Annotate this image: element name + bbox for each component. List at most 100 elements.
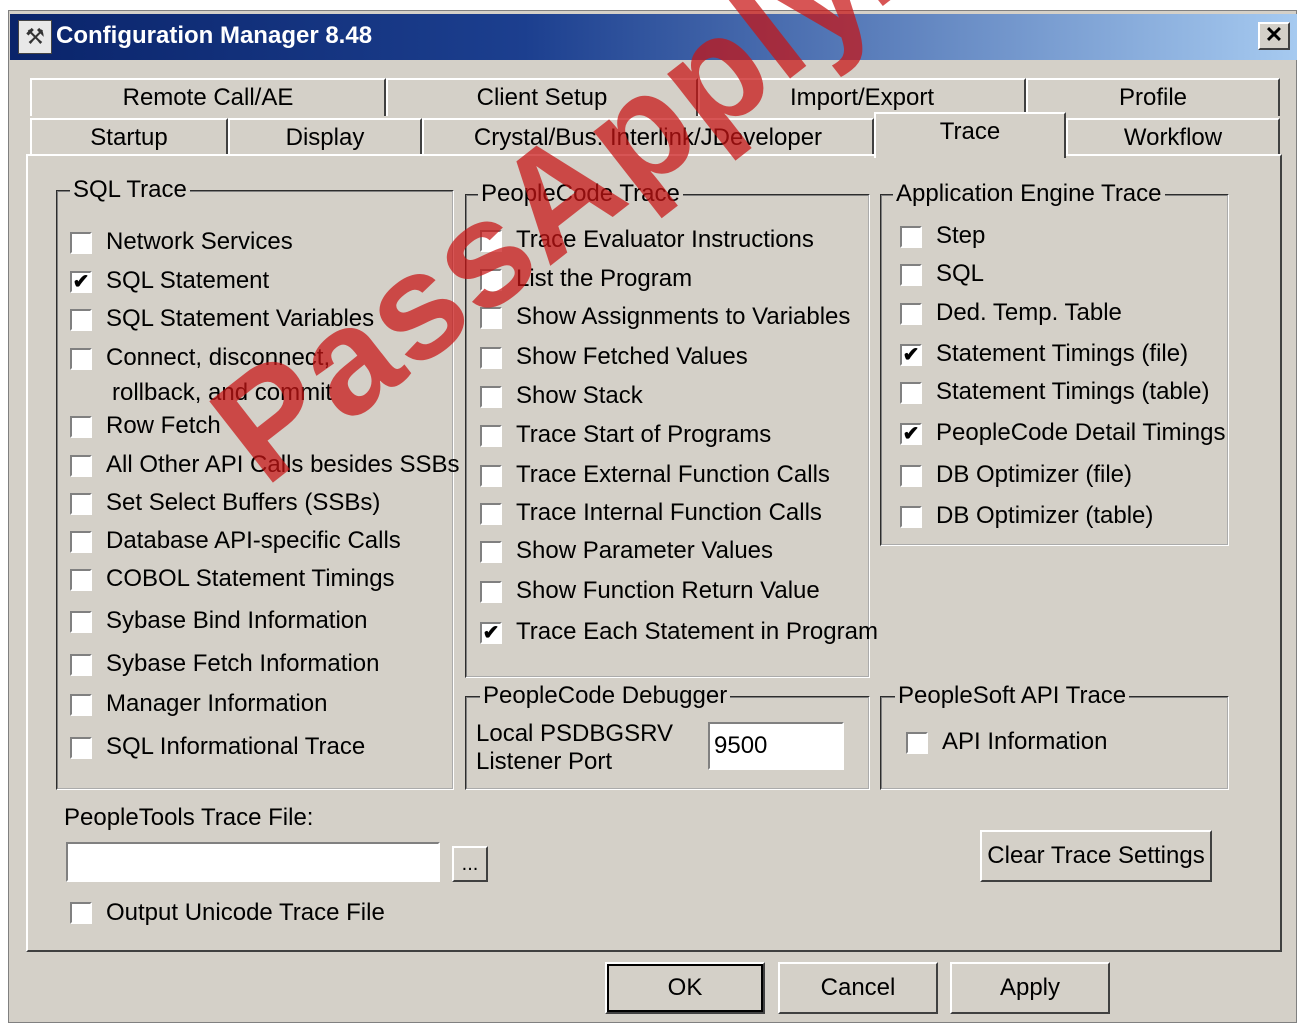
sql-trace-item-label: Connect, disconnect, [106,344,331,371]
tab-label: Client Setup [476,84,608,111]
port-label-line1: Local PSDBGSRV [476,720,673,747]
ae-trace-checkbox[interactable] [900,226,922,248]
tab-label: Trace [939,118,1001,145]
sql-trace-checkbox[interactable] [70,569,92,591]
sql-trace-checkbox[interactable] [70,455,92,477]
sql-trace-checkbox[interactable] [70,531,92,553]
sql-trace-item-label: Sybase Bind Information [106,607,368,634]
tab-workflow[interactable]: Workflow [1066,118,1280,156]
listener-port-field[interactable] [708,722,844,770]
tab-display[interactable]: Display [228,118,422,156]
sql-trace-checkbox[interactable]: ✔ [70,271,92,293]
api-information-checkbox[interactable] [906,732,928,754]
sql-trace-item-label: Network Services [106,228,293,255]
sql-trace-checkbox[interactable] [70,348,92,370]
peoplecode-trace-checkbox[interactable] [480,581,502,603]
ae-trace-checkbox[interactable] [900,264,922,286]
ae-trace-checkbox[interactable]: ✔ [900,344,922,366]
tab-startup[interactable]: Startup [30,118,228,156]
api-trace-title: PeopleSoft API Trace [895,682,1130,710]
ae-trace-title: Application Engine Trace [893,180,1165,208]
peoplecode-trace-item-label: Trace Evaluator Instructions [516,226,814,253]
peoplecode-trace-item-label: Trace Internal Function Calls [516,499,822,526]
peoplecode-trace-item-label: Show Stack [516,382,643,409]
sql-trace-checkbox[interactable] [70,737,92,759]
ae-trace-checkbox[interactable] [900,382,922,404]
trace-file-label: PeopleTools Trace File: [64,804,314,831]
sql-trace-item-label: SQL Informational Trace [106,733,366,760]
tab-label: Remote Call/AE [122,84,294,111]
sql-trace-item-label: Sybase Fetch Information [106,650,380,677]
tab-label: Crystal/Bus. Interlink/JDeveloper [473,124,823,151]
clear-trace-settings-button[interactable]: Clear Trace Settings [980,830,1212,882]
peoplecode-trace-checkbox[interactable] [480,307,502,329]
ae-trace-item-label: Statement Timings (table) [936,378,1210,405]
tab-remote-call[interactable]: Remote Call/AE [30,78,386,116]
tab-trace[interactable]: Trace [874,112,1066,158]
browse-button[interactable]: ... [452,846,488,882]
ae-trace-item-label: Step [936,222,986,249]
tab-label: Profile [1118,84,1188,111]
app-icon: ⚒ [18,20,52,54]
sql-trace-item-label: SQL Statement Variables [106,305,375,332]
sql-trace-item-label: COBOL Statement Timings [106,565,395,592]
tab-client-setup[interactable]: Client Setup [386,78,698,116]
ae-trace-checkbox[interactable] [900,506,922,528]
trace-file-input[interactable] [66,842,440,882]
ae-trace-item-label: DB Optimizer (table) [936,502,1154,529]
peoplecode-trace-checkbox[interactable] [480,503,502,525]
sql-trace-checkbox[interactable] [70,654,92,676]
peoplecode-trace-checkbox[interactable]: ✔ [480,622,502,644]
sql-trace-checkbox[interactable] [70,694,92,716]
tab-import-export[interactable]: Import/Export [698,78,1026,116]
peoplecode-trace-item-label: Trace External Function Calls [516,461,830,488]
ae-trace-checkbox[interactable] [900,465,922,487]
port-label-line2: Listener Port [476,748,613,775]
peoplecode-trace-item-label: Show Function Return Value [516,577,820,604]
sql-trace-item-label: Set Select Buffers (SSBs) [106,489,381,516]
ae-trace-checkbox[interactable]: ✔ [900,423,922,445]
close-icon[interactable]: ✕ [1258,22,1290,50]
peoplecode-trace-item-label: Trace Each Statement in Program [516,618,878,645]
sql-trace-checkbox[interactable] [70,232,92,254]
peoplecode-trace-checkbox[interactable] [480,230,502,252]
peoplecode-trace-checkbox[interactable] [480,425,502,447]
ok-button[interactable]: OK [605,962,765,1014]
cancel-button[interactable]: Cancel [778,962,938,1014]
peoplecode-trace-checkbox[interactable] [480,269,502,291]
tab-label: Display [285,124,365,151]
tab-label: Import/Export [789,84,935,111]
debugger-title: PeopleCode Debugger [480,682,731,710]
ae-trace-item-label: PeopleCode Detail Timings [936,419,1226,446]
sql-trace-item-label: All Other API Calls besides SSBs [106,451,460,478]
peoplecode-trace-checkbox[interactable] [480,465,502,487]
peoplecode-trace-item-label: Show Fetched Values [516,343,748,370]
peoplecode-trace-item-label: Trace Start of Programs [516,421,772,448]
sql-trace-item-label-continued: rollback, and commit [112,379,333,406]
api-information-label: API Information [942,728,1108,755]
window-title: Configuration Manager 8.48 [56,22,373,49]
ae-trace-item-label: Ded. Temp. Table [936,299,1122,326]
sql-trace-title: SQL Trace [70,176,190,204]
output-unicode-label: Output Unicode Trace File [106,899,385,926]
sql-trace-checkbox[interactable] [70,493,92,515]
ae-trace-checkbox[interactable] [900,303,922,325]
sql-trace-checkbox[interactable] [70,309,92,331]
sql-trace-item-label: Row Fetch [106,412,221,439]
output-unicode-checkbox[interactable] [70,902,92,924]
tab-label: Startup [90,124,168,151]
sql-trace-checkbox[interactable] [70,611,92,633]
peoplecode-trace-checkbox[interactable] [480,386,502,408]
tab-label: Workflow [1123,124,1223,151]
tab-crystal[interactable]: Crystal/Bus. Interlink/JDeveloper [422,118,874,156]
apply-button[interactable]: Apply [950,962,1110,1014]
sql-trace-checkbox[interactable] [70,416,92,438]
ae-trace-group [880,194,1229,546]
peoplecode-trace-item-label: Show Parameter Values [516,537,774,564]
peoplecode-trace-checkbox[interactable] [480,541,502,563]
sql-trace-item-label: Database API-specific Calls [106,527,401,554]
peoplecode-trace-item-label: List the Program [516,265,693,292]
tab-profile[interactable]: Profile [1026,78,1280,116]
peoplecode-trace-checkbox[interactable] [480,347,502,369]
sql-trace-item-label: Manager Information [106,690,328,717]
